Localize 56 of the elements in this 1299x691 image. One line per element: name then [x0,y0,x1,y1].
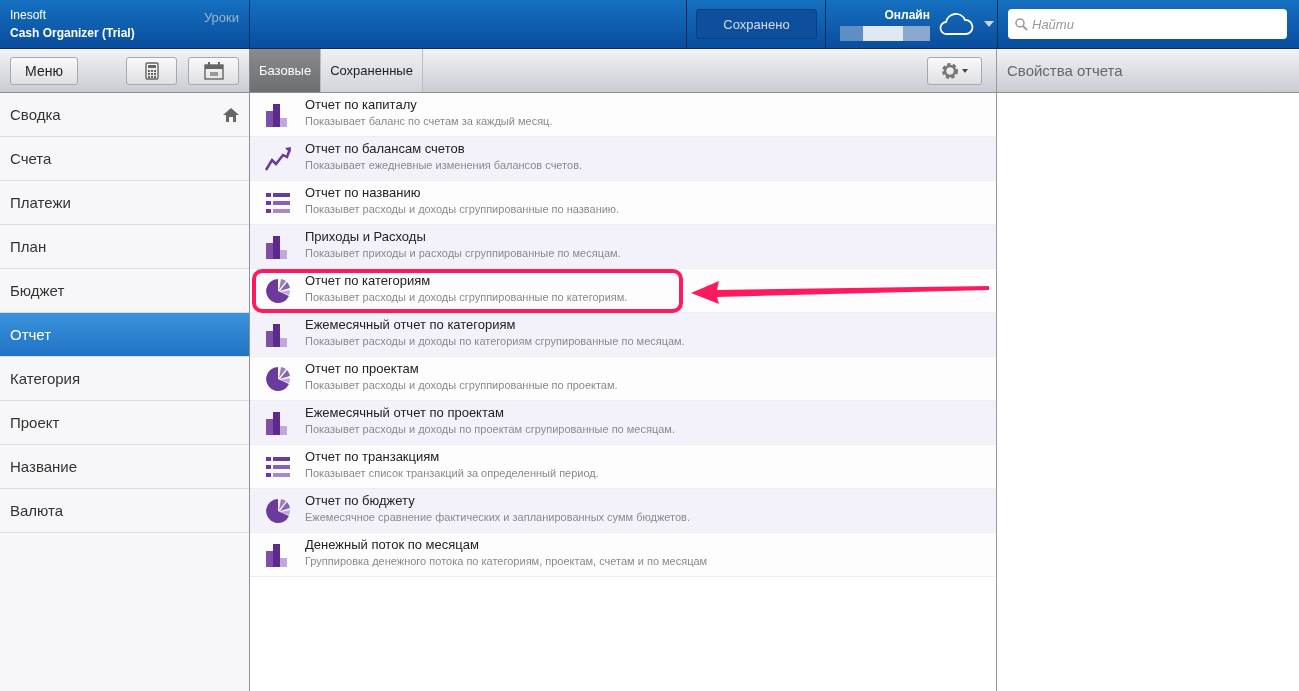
sidebar-label: Валюта [10,502,64,519]
report-description: Ежемесячное сравнение фактических и запланированных сумм бюджетов. [305,511,690,523]
report-description: Показывет расходы и доходы по проектам сгрупированные по месяцам. [305,423,675,435]
sidebar-item[interactable]: Название [0,445,249,489]
report-description: Показывет расходы и доходы сгруппированные по проектам. [305,379,618,391]
report-title: Ежемесячный отчет по категориям [305,317,517,332]
report-title: Отчет по названию [305,185,422,200]
report-title: Денежный поток по месяцам [305,537,480,552]
report-title: Отчет по проектам [305,361,420,376]
report-tab[interactable]: Сохраненные [321,49,423,92]
report-row[interactable]: Отчет по категориям Показывет расходы и доходы сгруппированные по категориям. [250,269,996,313]
sidebar-item[interactable]: План [0,225,249,269]
report-description: Показывает ежедневные изменения балансов счетов. [305,159,583,171]
sidebar-item[interactable]: Категория [0,357,249,401]
sidebar-label: Сводка [10,106,61,123]
sidebar-label: Счета [10,150,52,167]
report-properties-title: Свойства отчета [1007,62,1123,79]
report-description: Группировка денежного потока по категориям, проектам, счетам и по месяцам [305,555,708,567]
report-title: Отчет по бюджету [305,493,416,508]
report-title: Отчет по капиталу [305,97,418,112]
report-row[interactable]: Отчет по балансам счетов Показывает ежедневные изменения балансов счетов. [250,137,996,181]
report-description: Показывет приходы и расходы сгруппированные по месяцам. [305,247,621,259]
report-title: Ежемесячный отчет по проектам [305,405,505,420]
report-tab[interactable]: Базовые [250,49,322,92]
report-description: Показывет расходы и доходы сгруппированные по названию. [305,203,620,215]
sidebar-label: Отчет [10,326,52,343]
report-description: Показывет расходы и доходы по категориям сгрупированные по месяцам. [305,335,685,347]
report-title: Приходы и Расходы [305,229,427,244]
report-row[interactable]: Ежемесячный отчет по проектам Показывет расходы и доходы по проектам сгрупированные по месяцам. [250,401,996,445]
search-field[interactable]: Найти [1008,9,1287,39]
sidebar-item[interactable]: Отчет [0,313,249,357]
report-row[interactable]: Отчет по бюджету Ежемесячное сравнение фактических и запланированных сумм бюджетов. [250,489,996,533]
sidebar-label: План [10,238,47,255]
sidebar-item[interactable]: Счета [0,137,249,181]
sidebar-item[interactable]: Сводка [0,93,249,137]
sidebar-item[interactable]: Платежи [0,181,249,225]
menu-button[interactable]: Меню [10,56,78,85]
report-title: Отчет по категориям [305,273,432,288]
sidebar-label: Название [10,458,78,475]
report-row[interactable]: Ежемесячный отчет по категориям Показывет расходы и доходы по категориям сгрупированные по месяцам. [250,313,996,357]
sidebar-label: Бюджет [10,282,65,299]
save-status-button[interactable]: Сохранено [696,9,817,39]
sidebar-label: Категория [10,370,81,387]
report-description: Показывает баланс по счетам за каждый месяц. [305,115,553,127]
sidebar-label: Проект [10,414,60,431]
sidebar-label: Платежи [10,194,71,211]
report-title: Отчет по балансам счетов [305,141,466,156]
report-description: Показывает список транзакций за определенный период. [305,467,599,479]
sidebar-item[interactable]: Валюта [0,489,249,533]
sidebar-item[interactable]: Проект [0,401,249,445]
vendor-name: Inesoft [10,8,48,22]
report-title: Отчет по транзакциям [305,449,441,464]
app-title: Cash Organizer (Trial) [10,26,135,40]
report-row[interactable]: Приходы и Расходы Показывет приходы и расходы сгруппированные по месяцам. [250,225,996,269]
report-description: Показывет расходы и доходы сгруппированные по категориям. [305,291,628,303]
online-status: Онлайн [884,7,930,22]
